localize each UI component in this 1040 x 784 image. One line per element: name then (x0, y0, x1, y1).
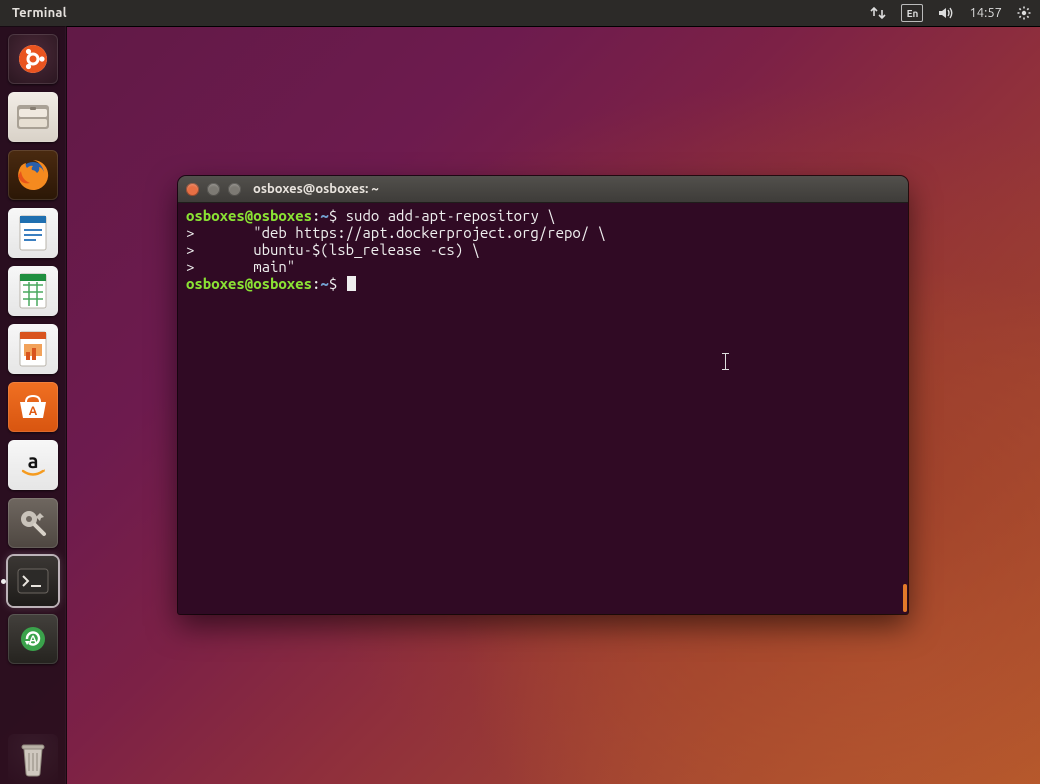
menu-bar: Terminal En 14:57 (0, 0, 1040, 26)
trash-icon (16, 739, 50, 779)
terminal-line: > "deb https://apt.dockerproject.org/rep… (186, 224, 900, 241)
impress-icon (17, 330, 49, 368)
terminal-icon (16, 567, 50, 595)
launcher-updater[interactable]: A (8, 614, 58, 664)
window-title: osboxes@osboxes: ~ (249, 182, 379, 196)
ubuntu-icon (15, 41, 51, 77)
window-close-button[interactable] (186, 183, 199, 196)
terminal-line: osboxes@osboxes:~$ sudo add-apt-reposito… (186, 207, 900, 224)
window-maximize-button[interactable] (228, 183, 241, 196)
clock[interactable]: 14:57 (969, 6, 1002, 20)
launcher-software[interactable]: A (8, 382, 58, 432)
launcher-files[interactable] (8, 92, 58, 142)
launcher-trash[interactable] (8, 734, 58, 784)
terminal-line: > main" (186, 258, 900, 275)
text-cursor-icon (725, 353, 726, 370)
firefox-icon (14, 156, 52, 194)
writer-icon (17, 214, 49, 252)
software-center-icon: A (16, 392, 50, 422)
keyboard-language-label: En (901, 4, 923, 22)
settings-icon (16, 506, 50, 540)
terminal-line: osboxes@osboxes:~$ (186, 275, 900, 292)
file-manager-icon (15, 102, 51, 132)
window-titlebar[interactable]: osboxes@osboxes: ~ (178, 176, 908, 203)
launcher-terminal[interactable] (8, 556, 58, 606)
scrollbar-thumb[interactable] (903, 584, 907, 612)
svg-text:A: A (29, 405, 38, 418)
terminal-body[interactable]: osboxes@osboxes:~$ sudo add-apt-reposito… (178, 203, 908, 614)
launcher-dash[interactable] (8, 34, 58, 84)
sound-icon[interactable] (937, 6, 955, 20)
software-updater-icon: A (16, 622, 50, 656)
launcher-settings[interactable] (8, 498, 58, 548)
terminal-cursor (347, 276, 356, 291)
active-app-title[interactable]: Terminal (0, 6, 77, 20)
launcher-impress[interactable] (8, 324, 58, 374)
svg-text:A: A (29, 634, 37, 646)
calc-icon (17, 272, 49, 310)
system-tray: En 14:57 (865, 4, 1040, 22)
unity-launcher: A a A (0, 26, 67, 784)
keyboard-indicator[interactable]: En (901, 4, 923, 22)
window-minimize-button[interactable] (207, 183, 220, 196)
launcher-firefox[interactable] (8, 150, 58, 200)
launcher-amazon[interactable]: a (8, 440, 58, 490)
terminal-window: osboxes@osboxes: ~ osboxes@osboxes:~$ su… (178, 176, 908, 614)
gear-icon[interactable] (1016, 5, 1032, 21)
svg-text:a: a (28, 449, 39, 472)
amazon-icon: a (16, 448, 50, 482)
network-icon[interactable] (869, 6, 887, 20)
launcher-writer[interactable] (8, 208, 58, 258)
terminal-line: > ubuntu-$(lsb_release -cs) \ (186, 241, 900, 258)
running-indicator-icon (1, 579, 6, 584)
launcher-calc[interactable] (8, 266, 58, 316)
